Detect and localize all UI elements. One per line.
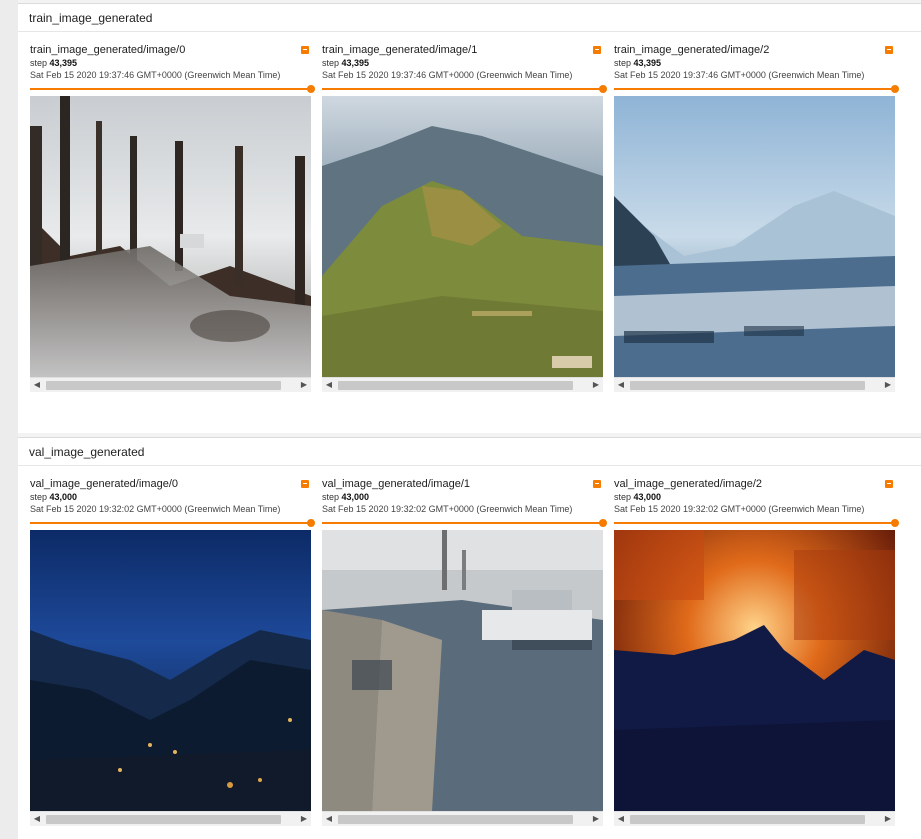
- left-gutter: [0, 0, 18, 839]
- expand-icon[interactable]: [301, 46, 309, 54]
- step-info: step 43,000: [614, 492, 662, 502]
- slider-thumb[interactable]: [307, 85, 315, 93]
- scroll-right-icon[interactable]: ▶: [589, 812, 603, 826]
- scroll-right-icon[interactable]: ▶: [589, 378, 603, 392]
- scroll-right-icon[interactable]: ▶: [881, 378, 895, 392]
- step-slider[interactable]: [614, 519, 899, 527]
- scroll-left-icon[interactable]: ◀: [30, 378, 44, 392]
- horizontal-scrollbar[interactable]: ◀ ▶: [614, 377, 895, 392]
- generated-image: [30, 530, 311, 811]
- slider-track: [322, 88, 603, 90]
- scroll-right-icon[interactable]: ▶: [297, 812, 311, 826]
- card-title: val_image_generated/image/0: [30, 478, 178, 490]
- card-title: train_image_generated/image/1: [322, 44, 478, 56]
- expand-icon[interactable]: [593, 480, 601, 488]
- section-header[interactable]: val_image_generated: [18, 437, 921, 466]
- slider-thumb[interactable]: [307, 519, 315, 527]
- image-card: val_image_generated/image/2 step 43,000 …: [614, 478, 899, 828]
- section-train-image-generated: train_image_generated train_image_genera…: [18, 3, 921, 433]
- slider-thumb[interactable]: [599, 519, 607, 527]
- step-info: step 43,395: [322, 58, 370, 68]
- section-header[interactable]: train_image_generated: [18, 3, 921, 32]
- step-slider[interactable]: [322, 85, 607, 93]
- slider-track: [30, 522, 311, 524]
- card-title: train_image_generated/image/2: [614, 44, 770, 56]
- scroll-left-icon[interactable]: ◀: [322, 378, 336, 392]
- card-title: val_image_generated/image/1: [322, 478, 470, 490]
- generated-image: [322, 96, 603, 377]
- step-info: step 43,395: [614, 58, 662, 68]
- scroll-thumb[interactable]: [338, 381, 573, 390]
- expand-icon[interactable]: [885, 46, 893, 54]
- step-info: step 43,395: [30, 58, 78, 68]
- scroll-thumb[interactable]: [46, 815, 281, 824]
- horizontal-scrollbar[interactable]: ◀ ▶: [614, 811, 895, 826]
- slider-track: [614, 522, 895, 524]
- generated-image: [322, 530, 603, 811]
- scroll-left-icon[interactable]: ◀: [614, 378, 628, 392]
- slider-track: [322, 522, 603, 524]
- slider-track: [30, 88, 311, 90]
- scroll-left-icon[interactable]: ◀: [30, 812, 44, 826]
- section-val-image-generated: val_image_generated val_image_generated/…: [18, 437, 921, 839]
- slider-thumb[interactable]: [599, 85, 607, 93]
- horizontal-scrollbar[interactable]: ◀ ▶: [322, 811, 603, 826]
- timestamp: Sat Feb 15 2020 19:32:02 GMT+0000 (Green…: [614, 504, 865, 514]
- scroll-right-icon[interactable]: ▶: [881, 812, 895, 826]
- slider-track: [614, 88, 895, 90]
- scroll-thumb[interactable]: [338, 815, 573, 824]
- slider-thumb[interactable]: [891, 519, 899, 527]
- timestamp: Sat Feb 15 2020 19:37:46 GMT+0000 (Green…: [30, 70, 281, 80]
- image-card: val_image_generated/image/1 step 43,000 …: [322, 478, 607, 828]
- step-info: step 43,000: [322, 492, 370, 502]
- timestamp: Sat Feb 15 2020 19:32:02 GMT+0000 (Green…: [30, 504, 281, 514]
- horizontal-scrollbar[interactable]: ◀ ▶: [30, 377, 311, 392]
- expand-icon[interactable]: [301, 480, 309, 488]
- card-title: val_image_generated/image/2: [614, 478, 762, 490]
- image-card: train_image_generated/image/0 step 43,39…: [30, 44, 315, 394]
- scroll-thumb[interactable]: [46, 381, 281, 390]
- step-slider[interactable]: [322, 519, 607, 527]
- step-slider[interactable]: [614, 85, 899, 93]
- image-card: train_image_generated/image/1 step 43,39…: [322, 44, 607, 394]
- step-slider[interactable]: [30, 85, 315, 93]
- timestamp: Sat Feb 15 2020 19:37:46 GMT+0000 (Green…: [322, 70, 573, 80]
- scroll-left-icon[interactable]: ◀: [322, 812, 336, 826]
- step-info: step 43,000: [30, 492, 78, 502]
- expand-icon[interactable]: [593, 46, 601, 54]
- image-card: train_image_generated/image/2 step 43,39…: [614, 44, 899, 394]
- generated-image: [614, 530, 895, 811]
- image-card: val_image_generated/image/0 step 43,000 …: [30, 478, 315, 828]
- card-title: train_image_generated/image/0: [30, 44, 186, 56]
- slider-thumb[interactable]: [891, 85, 899, 93]
- timestamp: Sat Feb 15 2020 19:32:02 GMT+0000 (Green…: [322, 504, 573, 514]
- horizontal-scrollbar[interactable]: ◀ ▶: [30, 811, 311, 826]
- generated-image: [30, 96, 311, 377]
- generated-image: [614, 96, 895, 377]
- scroll-thumb[interactable]: [630, 815, 865, 824]
- horizontal-scrollbar[interactable]: ◀ ▶: [322, 377, 603, 392]
- scroll-right-icon[interactable]: ▶: [297, 378, 311, 392]
- scroll-left-icon[interactable]: ◀: [614, 812, 628, 826]
- expand-icon[interactable]: [885, 480, 893, 488]
- step-slider[interactable]: [30, 519, 315, 527]
- timestamp: Sat Feb 15 2020 19:37:46 GMT+0000 (Green…: [614, 70, 865, 80]
- scroll-thumb[interactable]: [630, 381, 865, 390]
